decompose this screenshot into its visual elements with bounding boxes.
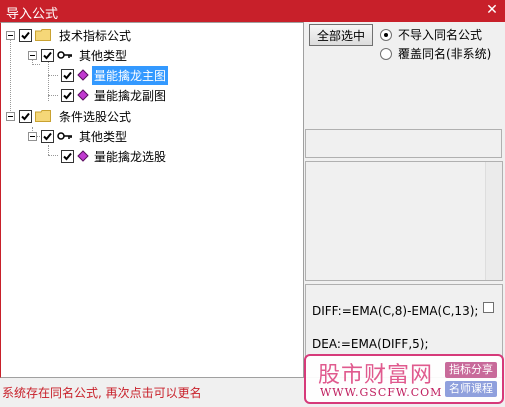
checkbox[interactable] [61, 88, 74, 102]
folder-icon [35, 110, 51, 122]
checkbox[interactable] [61, 149, 74, 163]
tree-label: 条件选股公式 [59, 109, 132, 124]
formula-icon [77, 150, 89, 162]
radio-indicator[interactable] [380, 47, 392, 60]
close-icon[interactable]: ✕ [483, 1, 501, 19]
status-text: 系统存在同名公式, 再次点击可以更名 [2, 386, 202, 400]
formula-line: DIFF:=EMA(C,8)-EMA(C,13); [312, 304, 479, 318]
formula-line: DEA:=EMA(DIFF,5); [312, 337, 429, 351]
collapse-toggle[interactable] [28, 50, 37, 60]
watermark-tag-course: 名师课程 [445, 381, 497, 397]
checkbox[interactable] [41, 129, 54, 143]
watermark-tag-share: 指标分享 [445, 362, 497, 378]
collapse-toggle[interactable] [28, 131, 37, 141]
radio-label: 不导入同名公式 [398, 28, 483, 42]
preview-checkbox[interactable] [483, 302, 494, 313]
tree-label: 量能擒龙主图 [92, 65, 169, 85]
tree-label: 技术指标公式 [59, 28, 132, 43]
tree-node-other-types-2[interactable]: 其他类型 [28, 127, 129, 145]
tree-item-stock-pick[interactable]: 量能擒龙选股 [61, 147, 168, 165]
scrollbar[interactable] [485, 162, 502, 280]
formula-icon [77, 69, 89, 81]
watermark-url: WWW.GSCFW.COM [320, 386, 443, 399]
description-panel[interactable] [305, 161, 503, 281]
formula-icon [77, 89, 89, 101]
radio-skip-duplicates[interactable]: 不导入同名公式 [380, 26, 482, 43]
folder-icon [35, 29, 51, 41]
window-title: 导入公式 [6, 7, 59, 22]
tree-label: 其他类型 [79, 48, 128, 63]
checkbox[interactable] [61, 68, 74, 82]
collapse-toggle[interactable] [6, 30, 15, 40]
formula-tree[interactable]: 技术指标公式 其他类型 量能擒龙主图 量能擒龙副图 条件选股公式 其他类型 量能… [0, 22, 304, 378]
tree-label: 其他类型 [79, 129, 128, 144]
key-icon [57, 132, 72, 140]
watermark: 股市财富网 WWW.GSCFW.COM 指标分享 名师课程 [304, 354, 504, 404]
tree-node-other-types[interactable]: 其他类型 [28, 46, 129, 64]
tree-node-tech-indicators[interactable]: 技术指标公式 [6, 26, 133, 44]
collapse-toggle[interactable] [6, 111, 15, 121]
radio-label: 覆盖同名(非系统) [398, 47, 492, 61]
radio-overwrite[interactable]: 覆盖同名(非系统) [380, 45, 491, 62]
tree-node-stock-selection[interactable]: 条件选股公式 [6, 107, 133, 125]
checkbox[interactable] [19, 28, 32, 42]
radio-indicator[interactable] [380, 28, 392, 41]
title-bar: 导入公式 ✕ [0, 0, 505, 22]
select-all-button[interactable]: 全部选中 [309, 24, 373, 46]
tree-item-sub-chart[interactable]: 量能擒龙副图 [61, 86, 168, 104]
key-icon [57, 51, 72, 59]
checkbox[interactable] [19, 109, 32, 123]
tree-item-main-chart[interactable]: 量能擒龙主图 [61, 65, 169, 85]
watermark-brand: 股市财富网 [318, 363, 434, 388]
tree-label: 量能擒龙副图 [94, 88, 167, 103]
checkbox[interactable] [41, 48, 54, 62]
info-panel [305, 129, 502, 158]
tree-label: 量能擒龙选股 [94, 149, 167, 164]
